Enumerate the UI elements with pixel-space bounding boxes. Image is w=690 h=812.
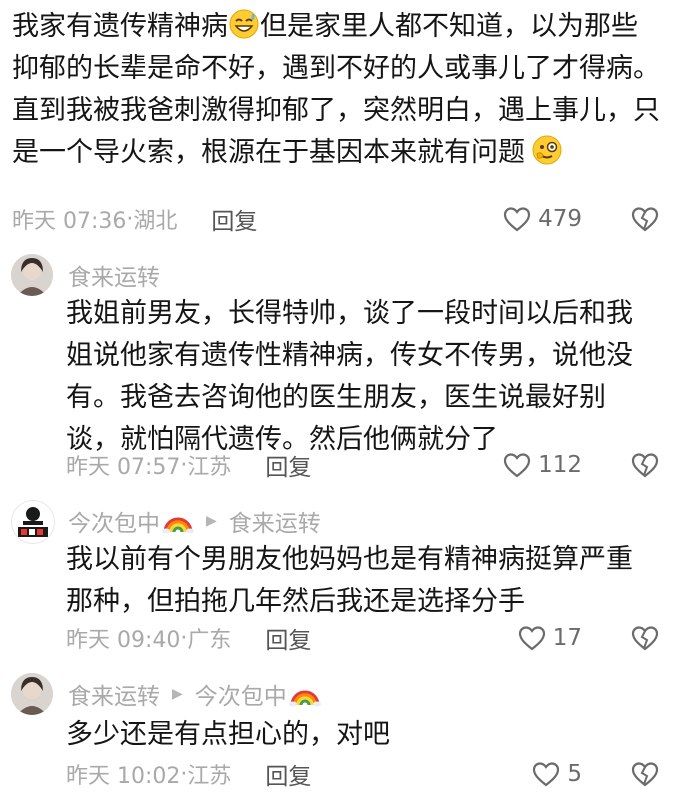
timestamp: 昨天 10:02: [66, 764, 181, 789]
triangle-right-icon: ▶: [206, 513, 217, 529]
like-button[interactable]: 17: [517, 618, 582, 658]
comment-author-row: 食来运转: [68, 257, 160, 293]
meta-separator: ·: [180, 452, 188, 478]
dislike-button[interactable]: [630, 754, 660, 794]
comment-meta: 昨天 07:57 · 江苏 回复: [66, 445, 311, 485]
avatar[interactable]: [11, 673, 53, 715]
location: 湖北: [133, 209, 178, 234]
meta-separator: ·: [180, 761, 188, 787]
monocle-emoji-icon: [531, 134, 563, 166]
meta-separator: ·: [180, 625, 188, 651]
like-button[interactable]: 5: [531, 754, 582, 794]
like-count: 17: [552, 625, 582, 651]
timestamp: 昨天 09:40: [66, 628, 181, 653]
like-button[interactable]: 479: [502, 199, 582, 239]
reply-button[interactable]: 回复: [265, 757, 311, 791]
sweat-smile-emoji-icon: [228, 8, 260, 40]
meta-separator: ·: [126, 206, 134, 232]
heart-outline-icon: [503, 207, 531, 232]
author-name[interactable]: 食来运转: [68, 677, 160, 711]
heart-outline-icon: [503, 453, 531, 478]
comment-text: 我姐前男友，长得特帅，谈了一段时间以后和我姐说他家有遗传性精神病，传女不传男，说…: [66, 298, 633, 455]
author-name[interactable]: 今次包中: [68, 504, 160, 538]
like-count: 5: [567, 761, 582, 787]
like-count: 479: [538, 206, 582, 232]
comment-text: 我家有遗传精神病 但是家里人都不知道，以为那些抑郁的长辈是命不好，遇到不好的人或事…: [12, 6, 662, 174]
location: 广东: [187, 628, 232, 653]
timestamp: 昨天 07:57: [66, 455, 181, 480]
reply-to-name[interactable]: 食来运转: [229, 504, 321, 538]
dislike-button[interactable]: [630, 618, 660, 658]
comment-text: 我以前有个男朋友他妈妈也是有精神病挺算严重那种，但拍拖几年然后我还是选择分手: [66, 544, 633, 617]
rainbow-emoji-icon: [162, 508, 194, 534]
comment-text: 多少还是有点担心的，对吧: [66, 719, 390, 750]
heart-outline-icon: [533, 762, 560, 787]
dislike-button[interactable]: [630, 445, 660, 485]
reply-to-name[interactable]: 今次包中: [195, 677, 287, 711]
broken-heart-icon: [631, 453, 659, 478]
author-name[interactable]: 食来运转: [68, 258, 160, 292]
dislike-button[interactable]: [630, 199, 660, 239]
location: 江苏: [187, 764, 232, 789]
location: 江苏: [187, 455, 232, 480]
comment-author-row: 今次包中 ▶ 食来运转: [68, 503, 321, 539]
triangle-right-icon: ▶: [172, 686, 183, 702]
reply-button[interactable]: 回复: [265, 448, 311, 482]
rainbow-emoji-icon: [288, 681, 321, 707]
comment-meta: 昨天 09:40 · 广东 回复: [66, 618, 311, 658]
broken-heart-icon: [631, 207, 659, 232]
heart-outline-icon: [518, 626, 545, 651]
comment-meta: 昨天 10:02 · 江苏 回复: [66, 754, 311, 794]
broken-heart-icon: [631, 626, 659, 651]
avatar[interactable]: [11, 254, 53, 296]
broken-heart-icon: [631, 762, 659, 787]
comment-author-row: 食来运转 ▶ 今次包中: [68, 676, 321, 712]
reply-button[interactable]: 回复: [211, 202, 257, 236]
like-count: 112: [538, 452, 582, 478]
reply-button[interactable]: 回复: [265, 621, 311, 655]
like-button[interactable]: 112: [502, 445, 582, 485]
avatar[interactable]: [11, 500, 55, 544]
timestamp: 昨天 07:36: [12, 209, 127, 234]
comment-meta: 昨天 07:36 · 湖北 回复: [12, 199, 257, 239]
